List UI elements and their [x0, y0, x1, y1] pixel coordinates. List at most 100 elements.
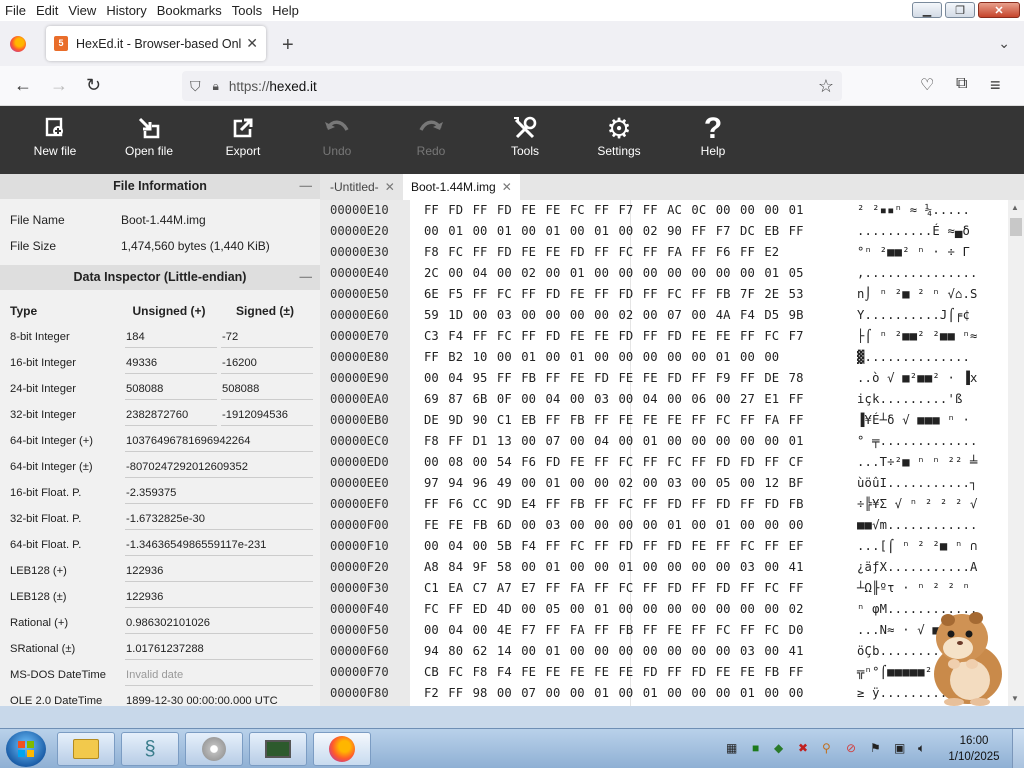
hex-bytes[interactable]: 6E F5 FF FC FF FD FE FF FD FF FC FF FB 7… [424, 284, 804, 304]
hex-bytes[interactable]: 02 00 06 A4 FF FA FF FC FF FD FF FD FE F… [424, 704, 804, 706]
taskbar-app-dragon[interactable]: § [121, 732, 179, 766]
file-information-header[interactable]: File Information — [0, 174, 320, 199]
hex-ascii[interactable]: ° ╤............. [857, 431, 978, 451]
hex-bytes[interactable]: 00 04 00 4E F7 FF FA FF FB FF FE FF FC F… [424, 620, 804, 640]
menu-view[interactable]: View [63, 0, 101, 21]
new-tab-icon[interactable]: + [282, 34, 294, 57]
inspector-value[interactable]: -1.6732825e-30 [125, 508, 313, 530]
show-desktop-button[interactable] [1012, 729, 1024, 768]
hex-bytes[interactable]: A8 84 9F 58 00 01 00 00 01 00 00 00 00 0… [424, 557, 804, 577]
tools-button[interactable]: Tools [485, 106, 565, 174]
inspector-unsigned-value[interactable]: 2382872760 [125, 404, 217, 426]
taskbar-explorer[interactable] [57, 732, 115, 766]
maximize-button[interactable]: ❐ [945, 2, 975, 18]
inspector-value[interactable]: -1.3463654986559117e-231 [125, 534, 313, 556]
start-button[interactable] [6, 731, 46, 767]
hex-bytes[interactable]: F2 FF 98 00 07 00 00 01 00 01 00 00 00 0… [424, 683, 804, 703]
menu-help[interactable]: Help [267, 0, 304, 21]
hex-editor[interactable]: 00000E10 FF FD FF FD FE FE FC FF F7 FF AC… [320, 200, 1008, 706]
hex-ascii[interactable]: ² ²▪▪ⁿ ≈ ¼..... [857, 200, 970, 220]
hex-ascii[interactable]: ,............... [857, 263, 978, 283]
hex-bytes[interactable]: FF FD FF FD FE FE FC FF F7 FF AC 0C 00 0… [424, 200, 804, 220]
hex-ascii[interactable]: ▐¥É┴δ √ ■■■ ⁿ · [857, 410, 970, 430]
vertical-scrollbar[interactable]: ▲ ▼ [1008, 200, 1024, 706]
menu-edit[interactable]: Edit [31, 0, 63, 21]
tab-close-icon[interactable]: ✕ [246, 35, 258, 52]
inspector-signed-value[interactable]: 508088 [221, 378, 313, 400]
inspector-unsigned-value[interactable]: 49336 [125, 352, 217, 374]
new-file-button[interactable]: New file [15, 106, 95, 174]
inspector-signed-value[interactable]: -16200 [221, 352, 313, 374]
hex-ascii[interactable]: °ⁿ ²■■² ⁿ · ÷ Γ [857, 242, 970, 262]
export-button[interactable]: Export [203, 106, 283, 174]
list-tabs-chevron-icon[interactable]: ⌄ [998, 35, 1010, 52]
hex-bytes[interactable]: FF F6 CC 9D E4 FF FB FF FC FF FD FF FD F… [424, 494, 804, 514]
hamburger-menu-icon[interactable]: ≡ [990, 75, 1001, 96]
hex-bytes[interactable]: 00 01 00 01 00 01 00 01 00 02 90 FF F7 D… [424, 221, 804, 241]
help-button[interactable]: ? Help [673, 106, 753, 174]
hex-bytes[interactable]: 97 94 96 49 00 01 00 00 02 00 03 00 05 0… [424, 473, 804, 493]
tray-search-icon[interactable]: ⚲ [822, 741, 831, 755]
hex-bytes[interactable]: 2C 00 04 00 02 00 01 00 00 00 00 00 00 0… [424, 263, 804, 283]
open-file-button[interactable]: Open file [109, 106, 189, 174]
inspector-value[interactable]: 122936 [125, 586, 313, 608]
scroll-thumb[interactable] [1010, 218, 1022, 236]
inspector-value[interactable]: -8070247292012609352 [125, 456, 313, 478]
tray-red-icon[interactable]: ✖ [798, 741, 808, 755]
browser-tab-hexed[interactable]: 5 HexEd.it - Browser-based Onli ✕ [46, 26, 266, 61]
taskbar-firefox[interactable] [313, 732, 371, 766]
doc-tab-close-icon[interactable]: ✕ [385, 180, 395, 194]
hex-bytes[interactable]: 69 87 6B 0F 00 04 00 03 00 04 00 06 00 2… [424, 389, 804, 409]
hex-ascii[interactable]: n⌡ ⁿ ²■ ² ⁿ √⌂.S [857, 284, 978, 304]
hex-ascii[interactable]: ┴Ω╟ºτ · ⁿ ² ² ⁿ [857, 578, 970, 598]
inspector-value[interactable]: 10376496781696942264 [125, 430, 313, 452]
inspector-value[interactable]: 1.01761237288 [125, 638, 313, 660]
window-close-button[interactable]: ✕ [978, 2, 1020, 18]
minimize-button[interactable]: ▁ [912, 2, 942, 18]
doc-tab-close-icon[interactable]: ✕ [502, 180, 512, 194]
hex-bytes[interactable]: 59 1D 00 03 00 00 00 00 02 00 07 00 4A F… [424, 305, 804, 325]
redo-button[interactable]: Redo [391, 106, 471, 174]
tray-action-center-icon[interactable]: ⚑ [870, 741, 881, 755]
back-arrow-icon[interactable]: ← [14, 75, 32, 96]
hex-ascii[interactable]: ¿äƒX...........A [857, 557, 978, 577]
hex-bytes[interactable]: F8 FF D1 13 00 07 00 04 00 01 00 00 00 0… [424, 431, 804, 451]
forward-arrow-icon[interactable]: → [50, 75, 68, 96]
tray-volume-icon[interactable]: 🔈︎ [918, 741, 925, 756]
data-inspector-header[interactable]: Data Inspector (Little-endian) — [0, 265, 320, 290]
hex-ascii[interactable]: ...[⌠ ⁿ ² ²■ ⁿ ∩ [857, 536, 978, 556]
doc-tab-boot-img[interactable]: Boot-1.44M.img ✕ [403, 174, 520, 200]
lock-icon[interactable]: 🔒︎ [213, 79, 219, 94]
inspector-signed-value[interactable]: -1912094536 [221, 404, 313, 426]
hex-bytes[interactable]: CB FC F8 F4 FE FE FE FE FE FD FF FD FE F… [424, 662, 804, 682]
scroll-down-icon[interactable]: ▼ [1011, 694, 1019, 703]
menu-file[interactable]: File [0, 0, 31, 21]
inspector-value[interactable]: 0.986302101026 [125, 612, 313, 634]
inspector-unsigned-value[interactable]: 184 [125, 326, 217, 348]
reload-icon[interactable]: ↻ [86, 75, 101, 96]
taskbar-app-disk[interactable] [185, 732, 243, 766]
hex-ascii[interactable]: ÷╠¥Σ √ ⁿ ² ² ² √ [857, 494, 978, 514]
collapse-icon[interactable]: — [300, 174, 313, 199]
hex-bytes[interactable]: DE 9D 90 C1 EB FF FB FF FE FE FE FF FC F… [424, 410, 804, 430]
hex-ascii[interactable]: ..........É ≈▄δ [857, 221, 970, 241]
inspector-signed-value[interactable]: -72 [221, 326, 313, 348]
tray-green-icon[interactable]: ■ [752, 741, 759, 755]
collapse-icon[interactable]: — [300, 265, 313, 290]
hex-bytes[interactable]: 00 04 00 5B F4 FF FC FF FD FF FD FE FF F… [424, 536, 804, 556]
hex-bytes[interactable]: C1 EA C7 A7 E7 FF FA FF FC FF FD FF FD F… [424, 578, 804, 598]
tray-alert-icon[interactable]: ⊘ [846, 741, 856, 755]
bookmark-star-icon[interactable]: ☆ [818, 76, 834, 97]
system-clock[interactable]: 16:00 1/10/2025 [944, 733, 1004, 765]
inspector-value[interactable]: 122936 [125, 560, 313, 582]
tray-shield-icon[interactable]: ◆ [774, 741, 783, 755]
menu-tools[interactable]: Tools [227, 0, 267, 21]
hex-bytes[interactable]: 94 80 62 14 00 01 00 00 00 00 00 00 00 0… [424, 641, 804, 661]
taskbar-app-terminal[interactable] [249, 732, 307, 766]
hex-bytes[interactable]: FF B2 10 00 01 00 01 00 00 00 00 00 01 0… [424, 347, 779, 367]
tray-network-icon[interactable]: ▦ [726, 741, 737, 755]
hex-ascii[interactable]: Y..........J⌠╒¢ [857, 305, 970, 325]
hex-ascii[interactable]: içk.........'ß [857, 389, 963, 409]
inspector-value[interactable]: Invalid date [125, 664, 313, 686]
hex-bytes[interactable]: FC FF ED 4D 00 05 00 01 00 00 00 00 00 0… [424, 599, 804, 619]
